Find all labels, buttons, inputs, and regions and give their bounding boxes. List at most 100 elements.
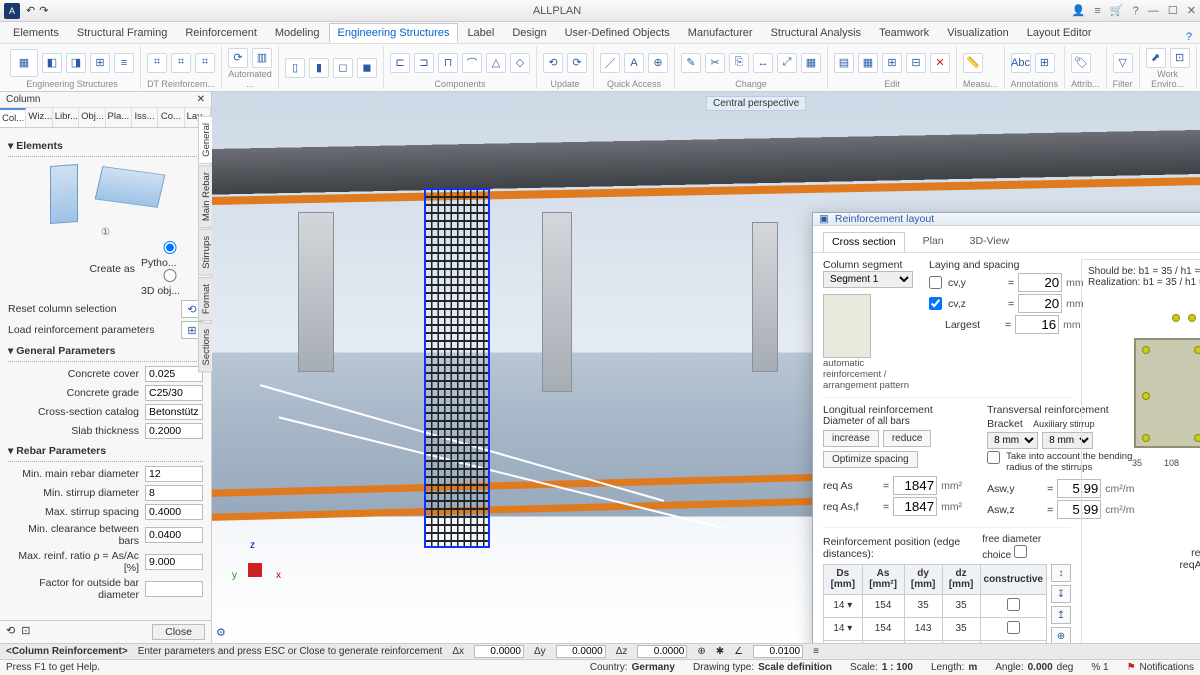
tab-structural-framing[interactable]: Structural Framing — [68, 23, 176, 43]
gp-slab-v[interactable] — [145, 423, 203, 439]
pf-i2[interactable]: ⊡ — [21, 625, 30, 637]
tbtn-2[interactable]: ↧ — [1051, 585, 1071, 603]
tab-engineering-structures[interactable]: Engineering Structures — [329, 23, 459, 43]
rib-ico-2[interactable]: ◧ — [42, 53, 62, 73]
cmd-i3[interactable]: ∠ — [734, 646, 743, 657]
cvy-v[interactable] — [1018, 273, 1062, 292]
pattern-thumb[interactable] — [823, 294, 871, 358]
rib-ico-4[interactable]: ⊞ — [90, 53, 110, 73]
tbtn-1[interactable]: ↕ — [1051, 564, 1071, 582]
reqAs-v[interactable] — [893, 476, 937, 495]
dz-v[interactable] — [637, 645, 687, 658]
rib-ico-10[interactable]: ▥ — [252, 48, 272, 68]
palette-close-icon[interactable]: ✕ — [197, 94, 205, 105]
tab-modeling[interactable]: Modeling — [266, 23, 329, 43]
palette-close-button[interactable]: Close — [152, 624, 205, 640]
rib-ico-9[interactable]: ⟳ — [228, 48, 248, 68]
rp6-v[interactable] — [145, 581, 203, 597]
rib-ico-23[interactable]: ／ — [600, 53, 620, 73]
tab-teamwork[interactable]: Teamwork — [870, 23, 938, 43]
largest-v[interactable] — [1015, 315, 1059, 334]
red-button[interactable]: reduce — [883, 430, 932, 447]
rib-ico-5[interactable]: ≡ — [114, 53, 134, 73]
rib-ico-42[interactable]: ⬈ — [1146, 48, 1166, 68]
rib-ico-36[interactable]: ✕ — [930, 53, 950, 73]
rib-ico-21[interactable]: ⟲ — [543, 53, 563, 73]
rib-ico-32[interactable]: ▤ — [834, 53, 854, 73]
tab-visualization[interactable]: Visualization — [938, 23, 1018, 43]
gp-cover-v[interactable] — [145, 366, 203, 382]
cmd-i2[interactable]: ✱ — [716, 646, 724, 657]
rib-ico-35[interactable]: ⊟ — [906, 53, 926, 73]
rib-ico-20[interactable]: ◇ — [510, 53, 530, 73]
rib-ico-13[interactable]: ◻ — [333, 58, 353, 78]
cart-icon[interactable]: 🛒 — [1110, 5, 1124, 17]
ptab-obj[interactable]: Obj... — [79, 108, 105, 127]
reqAsf-v[interactable] — [893, 497, 937, 516]
ptab-wiz[interactable]: Wiz... — [26, 108, 52, 127]
rib-ico-27[interactable]: ✂ — [705, 53, 725, 73]
ptab-pla[interactable]: Pla... — [106, 108, 132, 127]
dtab-3d[interactable]: 3D-View — [962, 232, 1018, 252]
rib-ico-18[interactable]: ⌒ — [462, 53, 482, 73]
rib-ico-1[interactable]: ▦ — [10, 49, 38, 77]
rib-ico-16[interactable]: ⊐ — [414, 53, 434, 73]
ptab-col[interactable]: Col... — [0, 108, 26, 127]
redo-icon[interactable]: ↷ — [39, 4, 48, 17]
rib-ico-37[interactable]: 📏 — [963, 53, 983, 73]
col-seg-select[interactable]: Segment 1 — [823, 271, 913, 288]
rib-ico-24[interactable]: A — [624, 53, 644, 73]
tab-layout-editor[interactable]: Layout Editor — [1018, 23, 1101, 43]
opt-button[interactable]: Optimize spacing — [823, 451, 918, 468]
help-icon[interactable]: ? — [1133, 5, 1139, 17]
cvz-check[interactable] — [929, 297, 942, 310]
cvy-check[interactable] — [929, 276, 942, 289]
tab-manufacturer[interactable]: Manufacturer — [679, 23, 762, 43]
ribbon-help-icon[interactable]: ? — [1186, 31, 1192, 43]
tab-udo[interactable]: User-Defined Objects — [556, 23, 679, 43]
rib-ico-30[interactable]: ⤢ — [777, 53, 797, 73]
rib-ico-43[interactable]: ⊡ — [1170, 48, 1190, 68]
rib-ico-40[interactable]: 🏷 — [1071, 53, 1091, 73]
cmd-ang-v[interactable] — [753, 645, 803, 658]
rib-ico-26[interactable]: ✎ — [681, 53, 701, 73]
tab-structural-analysis[interactable]: Structural Analysis — [762, 23, 870, 43]
rib-ico-14[interactable]: ◼ — [357, 58, 377, 78]
rib-ico-19[interactable]: △ — [486, 53, 506, 73]
tbtn-4[interactable]: ⊕ — [1051, 627, 1071, 643]
ptab-iss[interactable]: Iss... — [132, 108, 158, 127]
tab-design[interactable]: Design — [503, 23, 555, 43]
rib-ico-7[interactable]: ⌗ — [171, 53, 191, 73]
gp-grade-v[interactable] — [145, 385, 203, 401]
radio-pytho[interactable] — [141, 241, 199, 254]
rib-ico-29[interactable]: ↔ — [753, 53, 773, 73]
notif[interactable]: Notifications — [1140, 662, 1194, 673]
maximize-icon[interactable]: ☐ — [1168, 5, 1178, 17]
rp5-v[interactable] — [145, 554, 203, 570]
close-icon[interactable]: ✕ — [1187, 5, 1196, 17]
inc-button[interactable]: increase — [823, 430, 879, 447]
viewport[interactable]: Central perspective zxy ⚙ ▣ Reinforcemen… — [212, 92, 1200, 643]
pf-i1[interactable]: ⟲ — [6, 625, 15, 637]
rp1-v[interactable] — [145, 466, 203, 482]
tab-reinforcement[interactable]: Reinforcement — [176, 23, 266, 43]
rib-ico-15[interactable]: ⊏ — [390, 53, 410, 73]
rib-ico-17[interactable]: ⊓ — [438, 53, 458, 73]
rib-ico-25[interactable]: ⊕ — [648, 53, 668, 73]
tab-label[interactable]: Label — [458, 23, 503, 43]
rib-ico-28[interactable]: ⎘ — [729, 53, 749, 73]
cons-check[interactable] — [1007, 621, 1020, 634]
user-icon[interactable]: 👤 — [1072, 5, 1086, 17]
free-check[interactable] — [1014, 545, 1027, 558]
dy-v[interactable] — [556, 645, 606, 658]
rib-ico-33[interactable]: ▦ — [858, 53, 878, 73]
rp3-v[interactable] — [145, 504, 203, 520]
rib-ico-11[interactable]: ▯ — [285, 58, 305, 78]
rib-ico-6[interactable]: ⌗ — [147, 53, 167, 73]
rp4-v[interactable] — [145, 527, 203, 543]
undo-icon[interactable]: ↶ — [26, 4, 35, 17]
rib-ico-34[interactable]: ⊞ — [882, 53, 902, 73]
minimize-icon[interactable]: — — [1148, 5, 1159, 17]
cmd-i1[interactable]: ⊕ — [697, 646, 705, 657]
rib-ico-22[interactable]: ⟳ — [567, 53, 587, 73]
